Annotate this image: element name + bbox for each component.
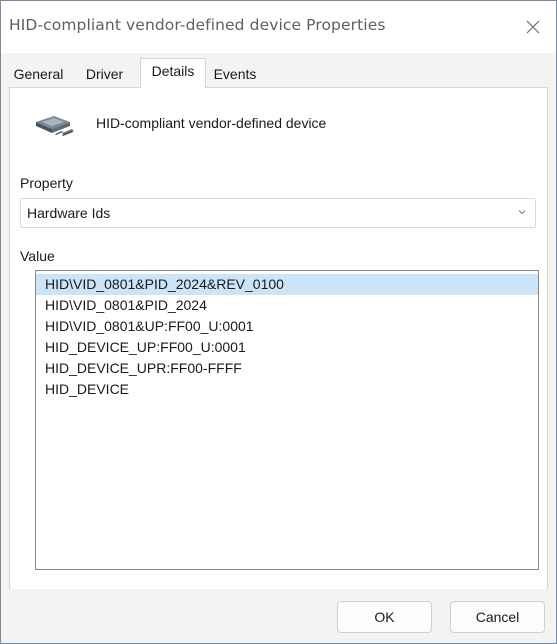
- property-dropdown[interactable]: Hardware Ids: [20, 198, 536, 228]
- details-panel: HID-compliant vendor-defined device Prop…: [9, 87, 548, 591]
- list-item[interactable]: HID_DEVICE_UP:FF00_U:0001: [36, 337, 538, 358]
- list-item[interactable]: HID_DEVICE_UPR:FF00-FFFF: [36, 358, 538, 379]
- list-item[interactable]: HID\VID_0801&UP:FF00_U:0001: [36, 316, 538, 337]
- ok-button[interactable]: OK: [337, 601, 432, 633]
- value-list[interactable]: HID\VID_0801&PID_2024&REV_0100 HID\VID_0…: [35, 270, 539, 570]
- window-title: HID-compliant vendor-defined device Prop…: [9, 16, 386, 34]
- list-item[interactable]: HID\VID_0801&PID_2024: [36, 295, 538, 316]
- list-item[interactable]: HID\VID_0801&PID_2024&REV_0100: [36, 274, 538, 295]
- title-bar: HID-compliant vendor-defined device Prop…: [1, 1, 556, 53]
- tab-driver[interactable]: Driver: [78, 62, 131, 86]
- properties-dialog: HID-compliant vendor-defined device Prop…: [0, 0, 557, 644]
- tab-general[interactable]: General: [4, 62, 73, 86]
- chevron-down-icon: [518, 210, 526, 215]
- close-button[interactable]: [510, 1, 556, 53]
- tab-events[interactable]: Events: [206, 62, 264, 86]
- device-name: HID-compliant vendor-defined device: [96, 115, 327, 131]
- tab-bar: General Driver Details Events: [1, 53, 556, 88]
- hid-device-icon: [36, 116, 74, 136]
- tab-details[interactable]: Details: [140, 58, 206, 88]
- list-item[interactable]: HID_DEVICE: [36, 379, 538, 400]
- dialog-footer: OK Cancel: [1, 589, 556, 643]
- close-icon: [526, 20, 540, 34]
- cancel-button[interactable]: Cancel: [450, 601, 545, 633]
- value-label: Value: [20, 248, 55, 264]
- property-label: Property: [20, 175, 73, 191]
- property-selected-value: Hardware Ids: [27, 205, 111, 221]
